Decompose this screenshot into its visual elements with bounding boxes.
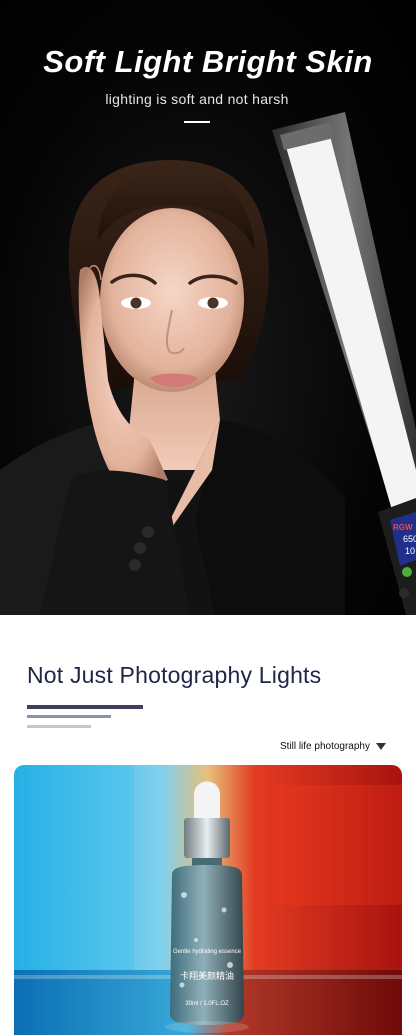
category-tag[interactable]: Still life photography xyxy=(280,741,386,752)
accent-bar-1 xyxy=(27,705,143,709)
accent-bar-2 xyxy=(27,715,111,718)
device-screen-line3: 10 xyxy=(405,546,415,556)
category-tag-label: Still life photography xyxy=(279,741,370,752)
product-label-line2: 卡翔美颜精油 xyxy=(180,970,234,982)
accent-bar-3 xyxy=(27,725,91,728)
device-button-icon xyxy=(402,567,412,577)
device-screen-line1: RGW xyxy=(393,523,413,532)
triangle-down-icon xyxy=(376,743,386,750)
product-scene: Gentle hydrating essence 卡翔美颜精油 30ml / 1… xyxy=(14,765,402,1035)
product-label-line3: 30ml / 1.0FL.OZ xyxy=(185,1001,229,1007)
section-title: Not Just Photography Lights xyxy=(27,662,322,688)
hero-title: Soft Light Bright Skin xyxy=(43,44,373,79)
hero-subtitle: lighting is soft and not harsh xyxy=(105,91,289,107)
hero-banner: RGW 650 10 Soft Light Bright Skin lighti… xyxy=(0,0,416,615)
product-photo: Gentle hydrating essence 卡翔美颜精油 30ml / 1… xyxy=(14,765,402,1035)
hero-divider xyxy=(184,121,210,123)
device-screen-line2: 650 xyxy=(403,534,416,544)
device-dial-icon xyxy=(399,588,409,598)
product-label-line1: Gentle hydrating essence xyxy=(173,949,242,955)
